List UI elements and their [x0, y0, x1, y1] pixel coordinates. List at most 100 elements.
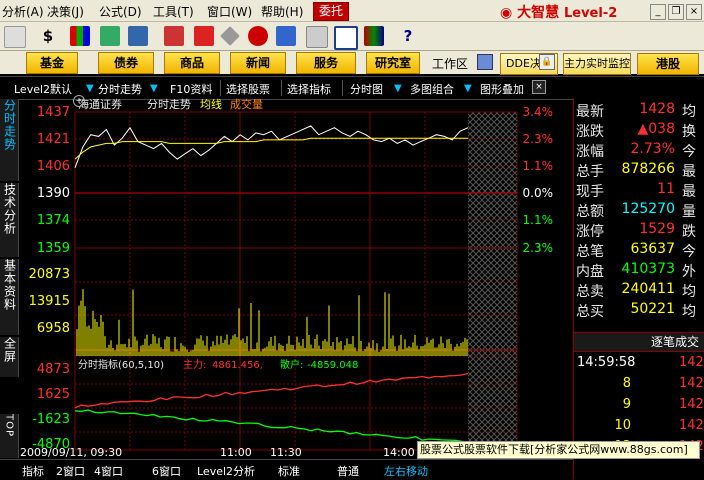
quote-label-right: 外: [682, 264, 696, 280]
lock-icon[interactable]: [276, 26, 296, 46]
select-indicator-button[interactable]: 选择指标: [287, 81, 331, 97]
nav-commodity[interactable]: 商品: [164, 52, 220, 74]
tab-4window[interactable]: 4窗口: [94, 463, 123, 479]
entrust-button[interactable]: 委托: [313, 2, 349, 21]
menu-analysis[interactable]: 分析(A): [2, 3, 44, 20]
chevron-down-icon[interactable]: ▼: [464, 83, 472, 94]
restore-icon[interactable]: ❐: [668, 4, 684, 20]
tab-pan[interactable]: 左右移动: [384, 463, 428, 479]
trade-price: 1429: [679, 355, 704, 370]
quote-value: 1428: [639, 101, 675, 117]
quote-row: 涨跌 ▲038 换: [574, 121, 704, 141]
tab-indicator[interactable]: 指标: [22, 463, 44, 479]
window-icon[interactable]: [306, 26, 328, 48]
chart-icon[interactable]: [100, 26, 120, 46]
table-icon[interactable]: [334, 26, 358, 50]
quote-row: 现手 11 最: [574, 181, 704, 201]
nav-service[interactable]: 服务: [296, 52, 356, 74]
nav-fund[interactable]: 基金: [26, 52, 78, 74]
tab-level2-analysis[interactable]: Level2分析: [197, 463, 255, 479]
chevron-down-icon[interactable]: ▼: [394, 83, 402, 94]
lock-icon[interactable]: 🔒: [539, 54, 555, 70]
close-icon[interactable]: ×: [532, 80, 546, 94]
quote-value: 125270: [621, 201, 675, 217]
ruler-icon[interactable]: [4, 26, 26, 48]
indicator-tick: 4873: [37, 362, 70, 377]
overlay-button[interactable]: 图形叠加: [480, 81, 524, 97]
time-label: 2009/09/11, 09:30: [20, 446, 122, 458]
tab-6window[interactable]: 6窗口: [152, 463, 181, 479]
trade-price: 1429: [679, 376, 704, 391]
crosshair-icon[interactable]: +: [73, 95, 85, 107]
trades-title: 逐笔成交: [574, 332, 704, 352]
time-label: 11:00: [220, 446, 252, 458]
chart-canvas: 海通证券 分时走势 均线 成交量 14371421140613901374135…: [20, 97, 553, 459]
quote-value: 50221: [630, 301, 675, 317]
separator: [342, 80, 343, 96]
ad-banner[interactable]: 股票公式股票软件下载[分析家公式网www.88gs.com]: [417, 441, 700, 459]
quote-icon[interactable]: [70, 26, 90, 46]
quote-label-right: 均: [682, 284, 696, 300]
quote-row: 涨幅 2.73% 今: [574, 141, 704, 161]
menu-tools[interactable]: 工具(T): [153, 3, 194, 20]
quote-label: 总笔: [576, 244, 604, 260]
menu-formula[interactable]: 公式(D): [99, 3, 142, 20]
hk-stocks-button[interactable]: 港股: [637, 53, 699, 75]
select-stock-button[interactable]: 选择股票: [226, 81, 270, 97]
tab-fundamentals[interactable]: 基本资料: [0, 259, 19, 335]
close-icon[interactable]: ×: [686, 4, 702, 20]
tab-timeshare[interactable]: 分时走势: [0, 99, 19, 181]
quote-row: 总额 125270 量: [574, 201, 704, 221]
quote-label: 总买: [576, 304, 604, 320]
stats-icon[interactable]: [164, 26, 184, 46]
help-icon[interactable]: ?: [398, 26, 418, 46]
flag-icon[interactable]: [194, 26, 214, 46]
nav-news[interactable]: 新闻: [230, 52, 286, 74]
quote-row: 最新 1428 均: [574, 101, 704, 121]
toolbar: $ ?: [0, 22, 704, 51]
quote-value: ▲038: [637, 121, 676, 137]
realtime-monitor-button[interactable]: 主力实时监控: [563, 53, 631, 75]
trade-volume: 10: [614, 418, 631, 433]
tab-2window[interactable]: 2窗口: [56, 463, 85, 479]
preset-selector[interactable]: Level2默认: [14, 81, 72, 97]
tab-standard[interactable]: 标准: [278, 463, 300, 479]
dollar-icon[interactable]: $: [38, 26, 58, 46]
price-tick: 1437: [37, 105, 70, 120]
tab-label: TOP: [3, 414, 15, 438]
future-area: [468, 112, 517, 450]
news-icon[interactable]: [128, 26, 148, 46]
chevron-down-icon[interactable]: ▼: [150, 83, 158, 94]
legend-volume: 成交量: [230, 98, 263, 111]
tab-normal[interactable]: 普通: [337, 463, 359, 479]
trade-row: 10 1429: [574, 418, 704, 438]
menu-decision[interactable]: 决策(J): [47, 3, 84, 20]
quote-label: 总卖: [576, 284, 604, 300]
nav-bond[interactable]: 债券: [98, 52, 154, 74]
quote-value: 63637: [630, 241, 675, 257]
view-selector[interactable]: 分时走势: [98, 81, 142, 97]
price-tick: 1374: [37, 213, 70, 228]
nav-research[interactable]: 研究室: [366, 52, 420, 74]
timeshare-chart-button[interactable]: 分时图: [350, 81, 383, 97]
chevron-down-icon[interactable]: ▼: [86, 83, 94, 94]
bottom-bar: 指标 2窗口 4窗口 6窗口 Level2分析 标准 普通 左右移动: [0, 459, 573, 480]
tab-technical[interactable]: 技术分析: [0, 183, 19, 257]
f10-button[interactable]: F10资料: [170, 81, 212, 97]
tab-top[interactable]: TOP: [0, 414, 19, 458]
menu-help[interactable]: 帮助(H): [261, 3, 303, 20]
menu-window[interactable]: 窗口(W): [207, 3, 252, 20]
tab-label: 基本资料: [2, 259, 17, 311]
tab-fullscreen[interactable]: 全屏: [0, 337, 19, 377]
book-icon[interactable]: [364, 26, 384, 46]
retail-line: [74, 409, 469, 443]
quote-panel: 最新 1428 均涨跌 ▲038 换涨幅 2.73% 今总手 878266 最现手 11 最总额 12…: [573, 98, 704, 479]
workarea-close-icon[interactable]: [477, 54, 493, 70]
ie-icon[interactable]: [248, 26, 268, 46]
quote-label: 现手: [576, 184, 604, 200]
diamond-icon[interactable]: [220, 26, 240, 46]
quote-label-right: 量: [682, 204, 696, 220]
multi-chart-button[interactable]: 多图组合: [410, 81, 454, 97]
indicator-tick: -1623: [32, 412, 70, 427]
minimize-icon[interactable]: _: [650, 4, 666, 20]
